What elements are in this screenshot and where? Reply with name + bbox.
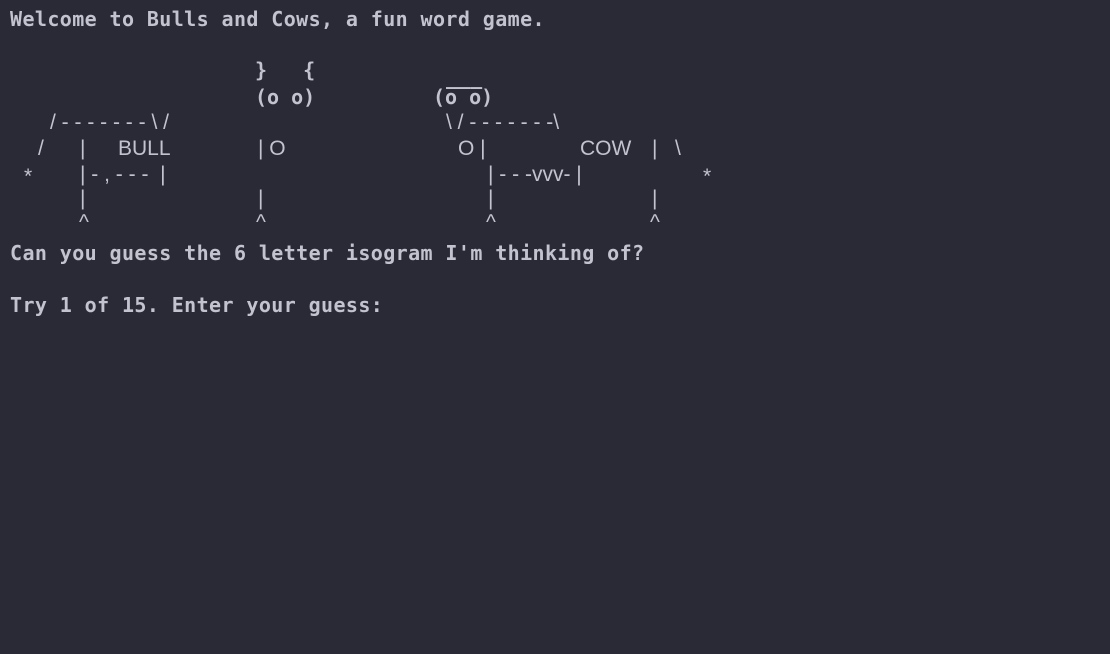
question-message: Can you guess the 6 letter isogram I'm t… [10,241,645,265]
bull-and-cow-ascii-art: } { (o o) / - - - - - - - \ / / | BULL |… [0,0,1110,240]
cow-hoof-left: ^ [486,211,496,234]
cow-body-right: | \ [652,137,681,160]
bull-front-slash: / [38,137,44,160]
bull-hoof-right: ^ [256,211,266,234]
bull-label: BULL [118,137,171,160]
bull-body-right: | O [258,137,286,160]
bull-body-left: | [80,137,86,160]
bull-leg-left: | [80,187,86,210]
cow-back: \ / - - - - - - -\ [446,111,560,134]
bull-leg-right: | [258,187,264,210]
cow-leg-left: | [488,187,494,210]
bull-horns: } { [255,58,316,82]
terminal-window[interactable]: Welcome to Bulls and Cows, a fun word ga… [0,0,1110,654]
guess-input-area[interactable] [420,292,1100,318]
bull-hoof-left: ^ [79,211,89,234]
cow-leg-right: | [652,187,658,210]
cow-hoof-right: ^ [650,211,660,234]
bull-face: (o o) [255,85,316,109]
cow-belly: | - - -vvv- | [488,163,582,186]
guess-prompt: Try 1 of 15. Enter your guess: [10,293,384,317]
cow-face: (o o) [433,85,494,109]
bull-back: / - - - - - - - \ / [50,111,169,134]
cow-label: COW [580,137,632,160]
cow-tail: * [703,165,712,188]
guess-input[interactable] [420,292,1100,318]
bull-tail: * [24,165,33,188]
cow-nose: O | [458,137,486,160]
bull-belly: | - , - - - | [80,163,166,186]
